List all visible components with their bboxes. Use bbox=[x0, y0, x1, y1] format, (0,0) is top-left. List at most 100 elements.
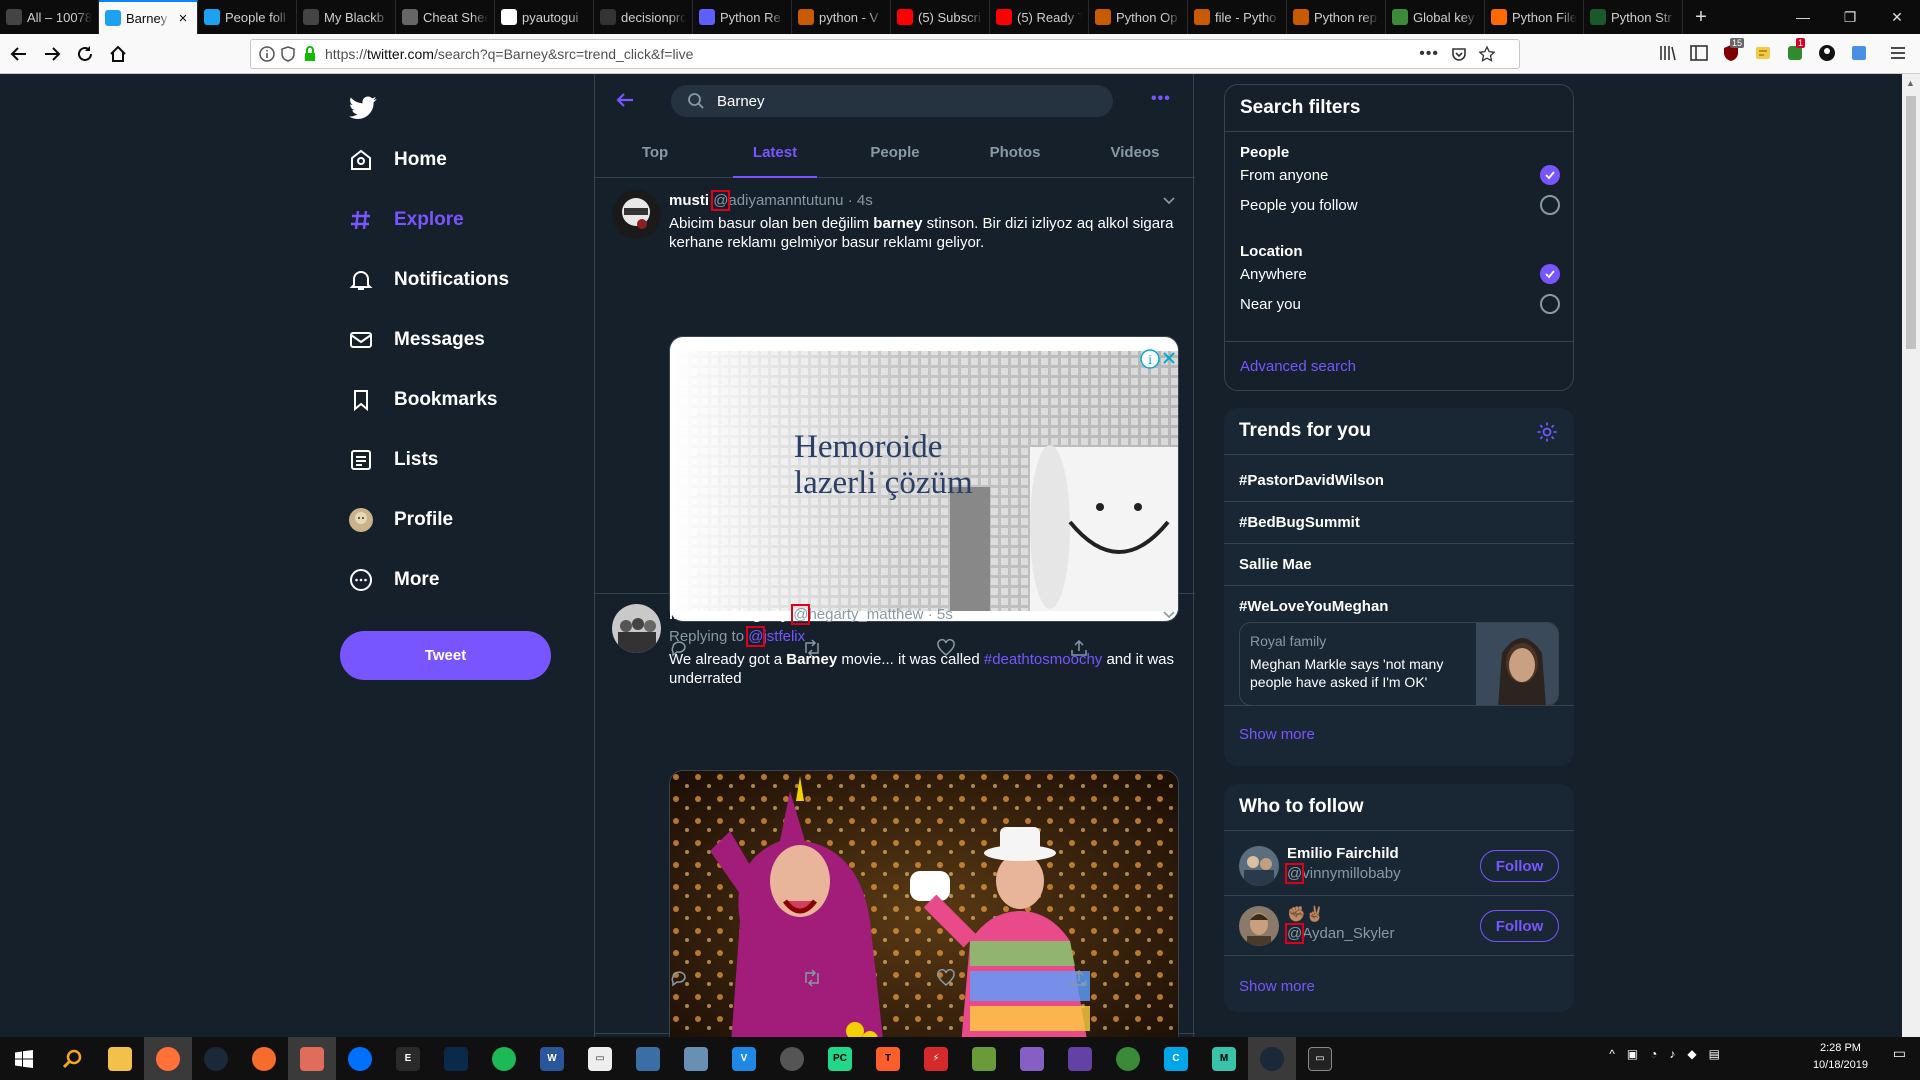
scroll-up-icon[interactable]: ▲ bbox=[1906, 78, 1915, 88]
dropbox-icon[interactable]: ◆ bbox=[1687, 1047, 1696, 1061]
tab-close-icon[interactable]: × bbox=[175, 10, 191, 27]
filter-anywhere[interactable]: Anywhere bbox=[1240, 264, 1560, 284]
checked-radio-icon[interactable] bbox=[1540, 165, 1560, 185]
trend-item[interactable]: #BedBugSummit bbox=[1224, 502, 1574, 544]
suggested-user-name[interactable]: Emilio Fairchild bbox=[1287, 845, 1399, 862]
tray-expand-icon[interactable]: ^ bbox=[1609, 1047, 1615, 1061]
tweet-photo[interactable] bbox=[669, 770, 1179, 1055]
trend-item[interactable]: #PastorDavidWilson bbox=[1224, 460, 1574, 502]
nav-messages[interactable]: Messages bbox=[348, 318, 485, 362]
more-options-icon[interactable]: ••• bbox=[1151, 90, 1171, 108]
close-window-button[interactable]: ✕ bbox=[1874, 0, 1920, 34]
browser-tab[interactable]: (5) Ready T bbox=[990, 0, 1089, 34]
pocket-icon[interactable] bbox=[1451, 46, 1467, 62]
tweet-matthew-hegarty[interactable]: Matthew Hegarty @hegarty_matthew · 5s Re… bbox=[595, 594, 1195, 1055]
like-icon[interactable] bbox=[936, 968, 956, 988]
ublock-icon[interactable]: 15 bbox=[1722, 38, 1745, 62]
maximize-button[interactable]: ❐ bbox=[1827, 0, 1873, 34]
filter-from-anyone[interactable]: From anyone bbox=[1240, 165, 1560, 185]
hamburger-menu-icon[interactable] bbox=[1889, 44, 1907, 62]
follow-suggestion[interactable]: Emilio Fairchild @vinnymillobaby Follow bbox=[1224, 836, 1574, 896]
extension-icon[interactable] bbox=[1754, 44, 1772, 62]
url-bar[interactable]: https://twitter.com/search?q=Barney&src=… bbox=[250, 39, 1520, 69]
retweet-icon[interactable] bbox=[802, 968, 822, 988]
browser-tab[interactable]: Python Str bbox=[1584, 0, 1683, 34]
checked-radio-icon[interactable] bbox=[1540, 264, 1560, 284]
notes-icon[interactable] bbox=[1850, 44, 1868, 62]
browser-tab[interactable]: Python File bbox=[1485, 0, 1584, 34]
reload-icon[interactable] bbox=[73, 42, 97, 66]
nav-explore[interactable]: Explore bbox=[348, 198, 464, 242]
browser-tab[interactable]: Barney × bbox=[99, 0, 198, 34]
tweet-musti[interactable]: musti @adiyamanntutunu · 4s Abicim basur… bbox=[595, 180, 1195, 657]
reply-handle-link[interactable]: jstfelix bbox=[763, 628, 805, 645]
avatar[interactable] bbox=[1239, 906, 1279, 946]
steam-icon[interactable] bbox=[192, 1037, 240, 1080]
radio-icon[interactable] bbox=[1540, 294, 1560, 314]
origin-icon[interactable] bbox=[240, 1037, 288, 1080]
info-icon[interactable] bbox=[259, 46, 275, 62]
nav-notifications[interactable]: Notifications bbox=[348, 258, 509, 302]
author-name[interactable]: Matthew Hegarty bbox=[669, 606, 789, 623]
calendar-icon[interactable]: ▭ bbox=[576, 1037, 624, 1080]
page-scrollbar[interactable]: ▲ bbox=[1902, 74, 1920, 1055]
tab-top[interactable]: Top bbox=[595, 128, 715, 177]
settings-gear-icon[interactable] bbox=[1536, 421, 1558, 443]
avatar[interactable] bbox=[1239, 846, 1279, 886]
flash-icon[interactable]: ⚡ bbox=[912, 1037, 960, 1080]
m-app-icon[interactable]: M bbox=[1200, 1037, 1248, 1080]
browser-tab[interactable]: Global key bbox=[1386, 0, 1485, 34]
steam-active-icon[interactable] bbox=[1248, 1037, 1296, 1080]
tweet-ad-image[interactable]: i Hemoroide lazerli çözüm bbox=[669, 336, 1179, 622]
twitter-logo-icon[interactable] bbox=[349, 86, 377, 130]
nav-bookmarks[interactable]: Bookmarks bbox=[348, 378, 498, 422]
browser-tab[interactable]: file - Pytho bbox=[1188, 0, 1287, 34]
tab-videos[interactable]: Videos bbox=[1075, 128, 1195, 177]
trend-news-card[interactable]: Royal family Meghan Markle says 'not man… bbox=[1239, 622, 1559, 706]
word-icon[interactable]: W bbox=[528, 1037, 576, 1080]
file-explorer-icon[interactable] bbox=[96, 1037, 144, 1080]
twitch-icon[interactable] bbox=[1056, 1037, 1104, 1080]
library-icon[interactable] bbox=[1659, 44, 1677, 62]
jetbrains-icon[interactable]: T bbox=[864, 1037, 912, 1080]
tweet-time[interactable]: · 5s bbox=[928, 606, 953, 623]
greasemonkey-icon[interactable]: 1 bbox=[1786, 38, 1806, 62]
tweet-button[interactable]: Tweet bbox=[340, 631, 551, 680]
spotify-icon[interactable] bbox=[480, 1037, 528, 1080]
visual-studio-code-icon[interactable]: V bbox=[720, 1037, 768, 1080]
hashtag-link[interactable]: #deathtosmoochy bbox=[984, 651, 1102, 668]
browser-tab[interactable]: Cheat Shee bbox=[396, 0, 495, 34]
follow-button[interactable]: Follow bbox=[1480, 910, 1559, 942]
volume-icon[interactable]: ♪ bbox=[1669, 1047, 1675, 1061]
wifi-icon[interactable]: ◔ bbox=[1650, 1047, 1657, 1061]
c-app-icon[interactable]: C bbox=[1152, 1037, 1200, 1080]
nav-home[interactable]: Home bbox=[348, 138, 447, 182]
terminal-icon[interactable]: ▭ bbox=[1296, 1037, 1344, 1080]
trends-show-more-link[interactable]: Show more bbox=[1239, 726, 1315, 743]
author-name[interactable]: musti bbox=[669, 192, 709, 209]
start-button[interactable] bbox=[0, 1037, 48, 1080]
browser-tab[interactable]: decisionproble bbox=[594, 0, 693, 34]
minecraft-icon[interactable] bbox=[960, 1037, 1008, 1080]
search-input[interactable]: Barney bbox=[671, 85, 1113, 117]
reply-icon[interactable] bbox=[669, 968, 689, 988]
tray-app-icon[interactable]: ▣ bbox=[1627, 1047, 1638, 1061]
new-tab-button[interactable]: + bbox=[1683, 0, 1719, 34]
chevron-down-icon[interactable] bbox=[1161, 192, 1177, 208]
chevron-down-icon[interactable] bbox=[1161, 606, 1177, 622]
avatar[interactable] bbox=[612, 604, 661, 653]
browser-tab[interactable]: My Blackb bbox=[297, 0, 396, 34]
keyboard-icon[interactable]: ▤ bbox=[1709, 1047, 1720, 1061]
network-app-icon[interactable] bbox=[624, 1037, 672, 1080]
account-icon[interactable] bbox=[1818, 44, 1836, 62]
sidebar-icon[interactable] bbox=[1690, 44, 1708, 62]
avatar[interactable] bbox=[612, 190, 661, 239]
taskbar-clock[interactable]: 2:28 PM 10/18/2019 bbox=[1813, 1040, 1868, 1074]
page-actions-icon[interactable]: ••• bbox=[1419, 45, 1439, 63]
share-icon[interactable] bbox=[1069, 968, 1089, 988]
back-icon[interactable] bbox=[7, 42, 31, 66]
suggested-user-name[interactable]: ✊🏽✌🏽 bbox=[1287, 905, 1324, 923]
browser-tab[interactable]: Python Re bbox=[693, 0, 792, 34]
discord-icon[interactable] bbox=[288, 1037, 336, 1080]
trend-item[interactable]: Sallie Mae bbox=[1224, 544, 1574, 586]
